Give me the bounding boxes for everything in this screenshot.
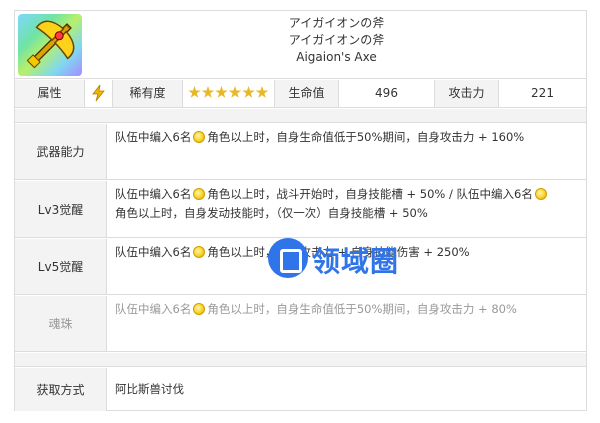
attribute-value — [85, 80, 113, 107]
ability-row-weapon: 武器能力 队伍中编入6名 角色以上时，自身生命值低于50%期间，自身攻击力 + 1… — [15, 124, 586, 180]
ability-desc: 队伍中编入6名 角色以上时，自身生命值低于50%期间，自身攻击力 + 80% — [115, 300, 581, 319]
weapon-card: アイガイオンの斧 アイガイオンの斧 Aigaion's Axe 属性 稀有度 生… — [14, 10, 587, 411]
star-icon — [242, 86, 255, 98]
divider — [15, 109, 586, 123]
rarity-label: 稀有度 — [113, 80, 183, 107]
ability-text: 角色以上时，自身发动技能时，（仅一次）自身技能槽 + 50% — [115, 206, 428, 220]
ability-desc: 队伍中编入6名 角色以上时，自身生命值低于50%期间，自身攻击力 + 160% — [115, 128, 581, 147]
rarity-stars — [183, 80, 275, 107]
atk-label: 攻击力 — [435, 80, 499, 107]
star-icon — [215, 86, 228, 98]
attribute-label: 属性 — [15, 80, 85, 107]
stats-row: 属性 稀有度 生命值 496 攻击力 221 — [15, 80, 586, 108]
watermark-text: 领域圈 — [312, 245, 400, 278]
ability-name: 魂珠 — [15, 296, 107, 351]
acquire-row: 获取方式 阿比斯兽讨伐 — [15, 368, 586, 411]
ability-name: 武器能力 — [15, 124, 107, 179]
atk-value: 221 — [499, 80, 586, 107]
ability-text: 队伍中编入6名 — [115, 187, 192, 201]
gem-icon — [193, 131, 206, 143]
weapon-name-jp-alt: アイガイオンの斧 — [288, 33, 385, 47]
watermark-logo-icon — [268, 238, 308, 278]
gem-icon — [193, 188, 206, 200]
ability-name: Lv5觉醒 — [15, 239, 107, 294]
star-icon — [228, 86, 242, 98]
ability-row-soul-orb: 魂珠 队伍中编入6名 角色以上时，自身生命值低于50%期间，自身攻击力 + 80% — [15, 296, 586, 352]
ability-text: 队伍中编入6名 — [115, 245, 192, 259]
ability-desc: 队伍中编入6名 角色以上时，战斗开始时，自身技能槽 + 50% / 队伍中编入6名… — [115, 185, 581, 223]
gem-icon — [534, 188, 547, 200]
weapon-name-jp: アイガイオンの斧 — [288, 16, 385, 30]
hp-value: 496 — [339, 80, 435, 107]
acquire-label: 获取方式 — [15, 368, 107, 411]
hp-label: 生命值 — [275, 80, 339, 107]
lightning-icon — [90, 84, 108, 105]
gem-icon — [193, 246, 206, 258]
gem-icon — [193, 303, 206, 315]
watermark: 领域圈 — [268, 236, 428, 280]
weapon-header: アイガイオンの斧 アイガイオンの斧 Aigaion's Axe — [15, 11, 586, 79]
ability-row-lv3: Lv3觉醒 队伍中编入6名 角色以上时，战斗开始时，自身技能槽 + 50% / 队… — [15, 181, 586, 238]
ability-text: 角色以上时，自身生命值低于50%期间，自身攻击力 + 80% — [207, 302, 517, 316]
ability-name: Lv3觉醒 — [15, 181, 107, 237]
divider — [15, 353, 586, 367]
ability-text: 角色以上时，战斗开始时，自身技能槽 + 50% / 队伍中编入6名 — [207, 187, 533, 201]
ability-text: 角色以上时，自身生命值低于50%期间，自身攻击力 + 160% — [207, 130, 525, 144]
star-icon — [188, 86, 201, 98]
ability-text: 队伍中编入6名 — [115, 130, 192, 144]
golden-axe-icon — [18, 14, 82, 76]
weapon-titles: アイガイオンの斧 アイガイオンの斧 Aigaion's Axe — [87, 11, 586, 79]
acquire-value: 阿比斯兽讨伐 — [115, 382, 184, 396]
star-icon — [201, 86, 215, 98]
weapon-name-en: Aigaion's Axe — [296, 50, 377, 64]
star-icon — [255, 86, 269, 98]
ability-text: 队伍中编入6名 — [115, 302, 192, 316]
